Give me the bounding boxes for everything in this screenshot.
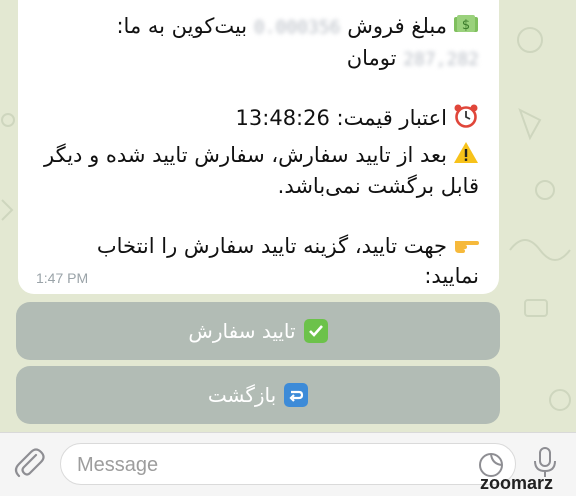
confirm-order-button[interactable]: تایید سفارش xyxy=(16,302,500,360)
back-label: بازگشت xyxy=(207,383,277,407)
blurred-btc-amount: 0.000356 xyxy=(253,17,341,38)
sell-amount-suffix: بیت‌کوین به ما: xyxy=(116,14,248,38)
zoomarz-watermark: zoomarz xyxy=(480,473,554,493)
warning-icon xyxy=(454,142,478,163)
message-bubble: $ مبلغ فروش 0.000356 بیت‌کوین به ما: 287… xyxy=(18,0,499,294)
money-bag-icon: $ xyxy=(454,15,478,33)
instruction-line: جهت تایید، گزینه تایید سفارش را انتخاب xyxy=(97,232,479,260)
price-validity-line: اعتبار قیمت: 13:48:26 xyxy=(236,104,479,132)
paperclip-icon[interactable] xyxy=(14,447,46,481)
message-time: 1:47 PM xyxy=(36,270,89,286)
instruction-text: جهت تایید، گزینه تایید سفارش را انتخاب xyxy=(96,234,447,258)
blurred-toman-amount: 287,282 xyxy=(403,49,479,70)
warning-line: بعد از تایید سفارش، سفارش تایید شده و دی… xyxy=(44,141,479,169)
alarm-clock-icon xyxy=(454,104,478,128)
message-field[interactable] xyxy=(60,443,516,485)
message-input[interactable] xyxy=(77,452,457,478)
sell-amount-label: مبلغ فروش xyxy=(347,14,447,38)
toman-line: 287,282 تومان xyxy=(347,44,479,74)
warning-line-2: قابل برگشت نمی‌باشد. xyxy=(278,172,479,200)
toman-label: تومان xyxy=(346,46,397,70)
pointing-hand-icon xyxy=(455,241,479,253)
svg-text:$: $ xyxy=(462,18,470,33)
confirm-order-label: تایید سفارش xyxy=(188,319,296,343)
instruction-text-2: نمایید: xyxy=(424,264,479,288)
warning-text: بعد از تایید سفارش، سفارش تایید شده و دی… xyxy=(44,143,447,167)
sell-amount-line: $ مبلغ فروش 0.000356 بیت‌کوین به ما: xyxy=(116,12,479,42)
composer-bar: zoomarz xyxy=(0,432,576,496)
instruction-line-2: نمایید: xyxy=(424,262,479,290)
check-mark-icon xyxy=(303,319,328,343)
warning-text-2: قابل برگشت نمی‌باشد. xyxy=(277,174,479,198)
back-button[interactable]: بازگشت xyxy=(16,366,500,424)
price-validity-text: اعتبار قیمت: 13:48:26 xyxy=(235,106,447,130)
return-arrow-icon xyxy=(284,383,309,407)
